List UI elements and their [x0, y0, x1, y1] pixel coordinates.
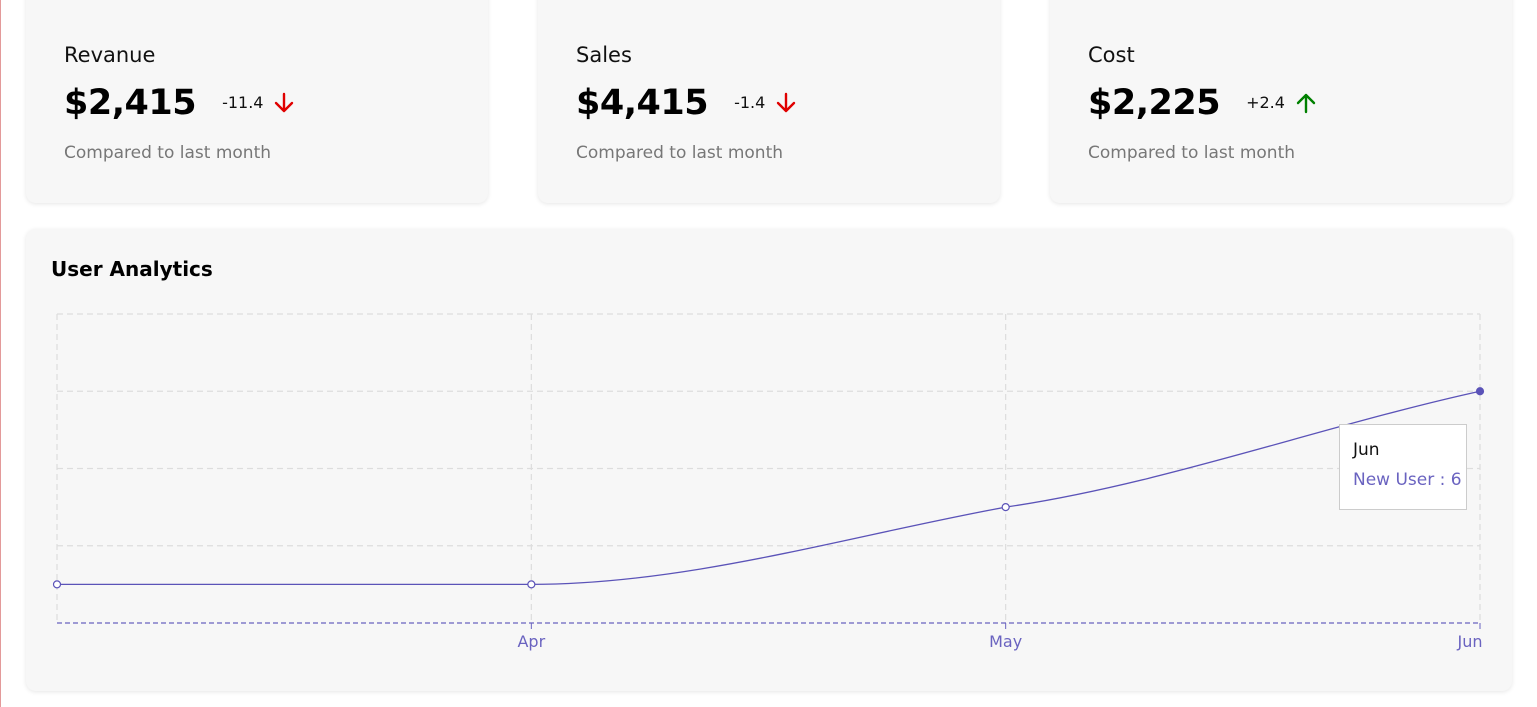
data-point [1001, 503, 1010, 512]
line-chart[interactable]: Apr May Jun [26, 229, 1512, 691]
tooltip-label: Jun [1353, 440, 1380, 460]
data-point [527, 580, 536, 589]
featured-sub: Compared to last month [1088, 143, 1296, 163]
money-row: $4,415 -1.4 [576, 80, 1000, 126]
chart-tooltip: Jun New User : 6 [1339, 424, 1467, 510]
data-point [52, 580, 62, 589]
featured-money: $4,415 [576, 83, 709, 123]
tooltip-value: New User : 6 [1353, 470, 1462, 490]
series-line [56, 390, 1481, 586]
featured-title: Sales [576, 43, 632, 67]
featured-money: $2,225 [1088, 83, 1221, 123]
featured-card-cost: Cost $2,225 +2.4 Compared to last month [1050, 0, 1512, 203]
featured-card-revenue: Revanue $2,415 -11.4 Compared to last mo… [26, 0, 488, 203]
arrow-down-icon [275, 92, 294, 113]
featured-rate: +2.4 [1246, 93, 1285, 112]
chart-card: User Analytics Apr May Jun Jun New User : … [26, 229, 1512, 691]
data-point [1475, 387, 1485, 396]
featured-title: Revanue [64, 43, 156, 67]
arrow-up-icon [1296, 93, 1316, 114]
featured-title: Cost [1088, 43, 1135, 67]
x-axis-tick-label: Jun [1457, 632, 1483, 651]
x-axis-tick-label: Apr [517, 632, 545, 651]
featured-sub: Compared to last month [64, 143, 272, 163]
featured-sub: Compared to last month [576, 143, 784, 163]
money-row: $2,415 -11.4 [64, 80, 488, 126]
featured-money: $2,415 [64, 83, 197, 123]
featured-rate: -1.4 [734, 93, 766, 112]
x-axis-tick-label: May [989, 632, 1022, 651]
money-row: $2,225 +2.4 [1088, 80, 1512, 126]
left-border [0, 0, 1, 707]
arrow-down-icon [777, 92, 796, 113]
featured-card-sales: Sales $4,415 -1.4 Compared to last month [538, 0, 1000, 203]
featured-rate: -11.4 [222, 93, 264, 112]
